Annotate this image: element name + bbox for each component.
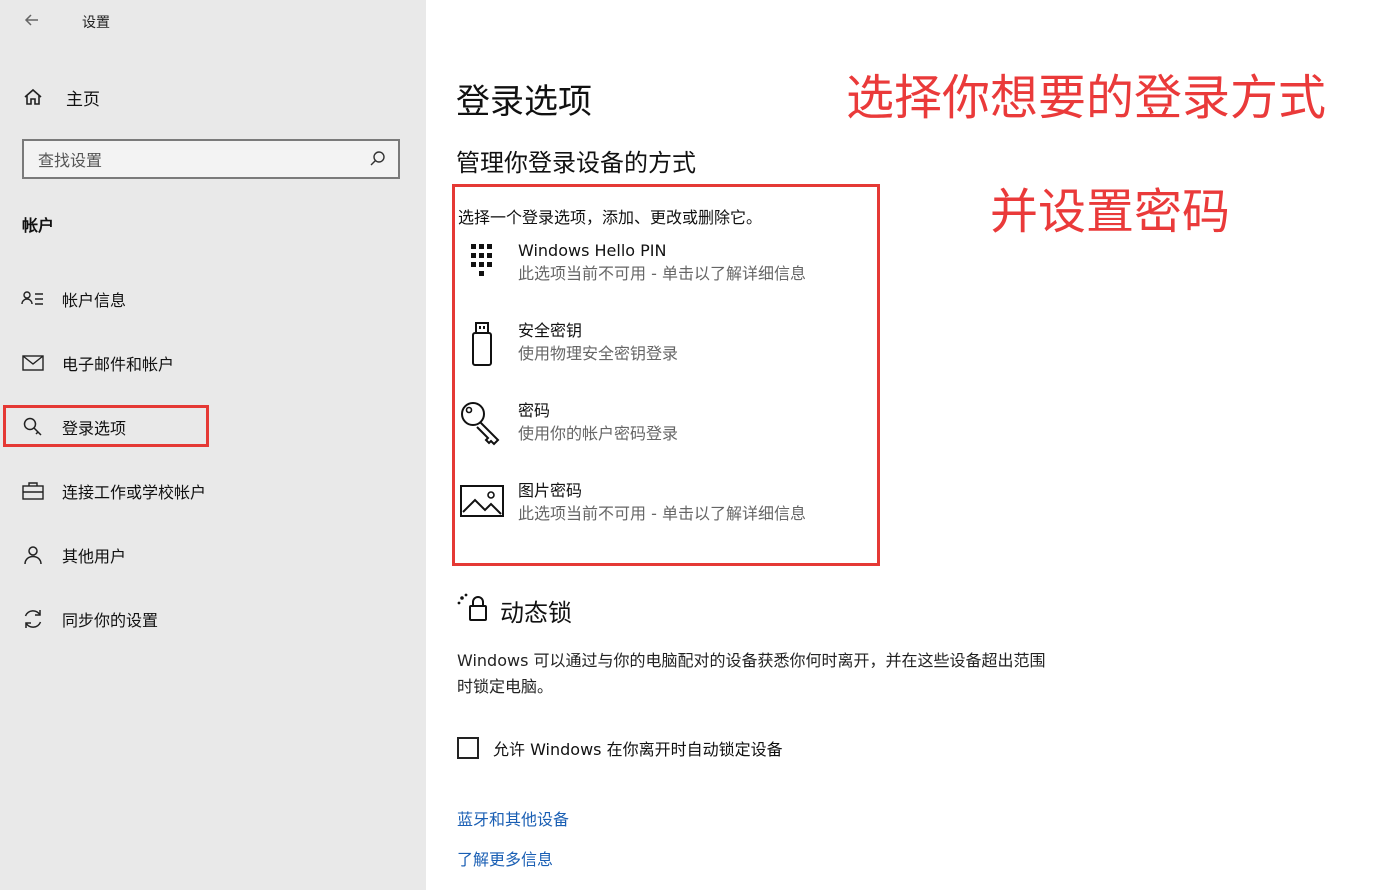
account-info-icon [20,286,46,312]
key-icon [458,400,506,448]
sync-icon [20,606,46,632]
options-intro: 选择一个登录选项，添加、更改或删除它。 [458,208,763,227]
search-icon[interactable] [368,149,388,173]
sidebar-home[interactable]: 主页 [20,84,100,110]
dynamic-lock-desc: Windows 可以通过与你的电脑配对的设备获悉你何时离开，并在这些设备超出范围… [457,651,1046,696]
option-title: 图片密码 [518,481,583,500]
annotation-line-1: 选择你想要的登录方式 [846,70,1327,126]
search-box[interactable] [22,139,400,179]
option-desc: 使用物理安全密钥登录 [518,344,679,363]
dynamic-lock-checkbox[interactable] [457,737,479,759]
option-windows-hello-pin[interactable]: Windows Hello PIN 此选项当前不可用 - 单击以了解详细信息 [458,240,806,288]
page-title: 登录选项 [456,82,592,122]
picture-icon [458,480,506,528]
sidebar: 设置 主页 帐户 帐户信息 电子邮件和帐户 登录选项 连 [0,0,426,890]
option-desc: 使用你的帐户密码登录 [518,424,679,443]
person-icon [20,542,46,568]
option-desc: 此选项当前不可用 - 单击以了解详细信息 [518,264,806,283]
home-icon [20,84,46,110]
search-input[interactable] [24,141,370,179]
sidebar-item-account-info[interactable]: 帐户信息 [20,284,126,314]
sidebar-item-label: 连接工作或学校帐户 [62,483,207,502]
briefcase-icon [20,478,46,504]
dynamic-lock-icon [456,592,490,628]
usb-key-icon [458,320,506,368]
sidebar-item-work-school[interactable]: 连接工作或学校帐户 [20,476,206,506]
option-title: Windows Hello PIN [518,241,667,260]
option-title: 密码 [518,401,551,420]
home-label: 主页 [66,89,100,110]
option-password[interactable]: 密码 使用你的帐户密码登录 [458,400,678,448]
dynamic-lock-title: 动态锁 [500,598,572,627]
sidebar-item-label: 帐户信息 [62,291,127,310]
sidebar-item-other-users[interactable]: 其他用户 [20,540,126,570]
option-security-key[interactable]: 安全密钥 使用物理安全密钥登录 [458,320,678,368]
sidebar-item-label: 同步你的设置 [62,611,159,630]
back-arrow-icon[interactable] [22,10,42,35]
option-picture-password[interactable]: 图片密码 此选项当前不可用 - 单击以了解详细信息 [458,480,806,528]
sidebar-item-email[interactable]: 电子邮件和帐户 [20,348,174,378]
pin-keypad-icon [458,240,506,288]
sidebar-item-label: 其他用户 [62,547,127,566]
dynamic-lock-checkbox-row[interactable]: 允许 Windows 在你离开时自动锁定设备 [457,736,783,760]
option-title: 安全密钥 [518,321,583,340]
selected-highlight-box [3,405,209,447]
link-learn-more[interactable]: 了解更多信息 [457,846,553,870]
mail-icon [20,350,46,376]
sidebar-item-sync[interactable]: 同步你的设置 [20,604,158,634]
app-title: 设置 [82,15,110,31]
section-heading: 帐户 [22,216,55,235]
option-desc: 此选项当前不可用 - 单击以了解详细信息 [518,504,806,523]
section-subtitle: 管理你登录设备的方式 [456,149,696,177]
sidebar-item-label: 电子邮件和帐户 [62,355,175,374]
annotation-line-2: 并设置密码 [990,184,1231,240]
checkbox-label: 允许 Windows 在你离开时自动锁定设备 [493,740,783,759]
link-bluetooth-devices[interactable]: 蓝牙和其他设备 [457,806,569,830]
dynamic-lock-heading: 动态锁 [456,592,572,628]
